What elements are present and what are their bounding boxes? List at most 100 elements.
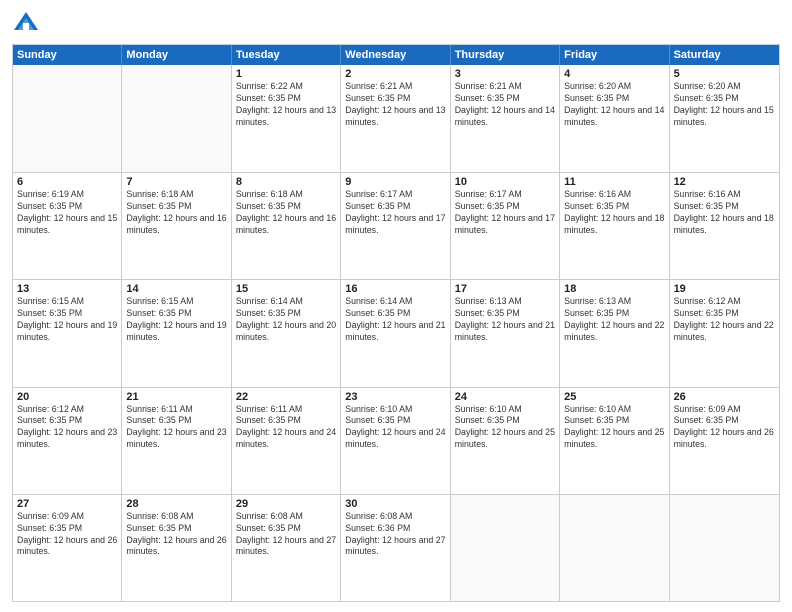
- day-number: 9: [345, 176, 445, 188]
- header-day-tuesday: Tuesday: [232, 45, 341, 65]
- day-number: 28: [126, 498, 226, 510]
- calendar-header: SundayMondayTuesdayWednesdayThursdayFrid…: [13, 45, 779, 65]
- cell-info: Sunrise: 6:10 AMSunset: 6:35 PMDaylight:…: [455, 404, 555, 452]
- calendar-week-2: 6Sunrise: 6:19 AMSunset: 6:35 PMDaylight…: [13, 172, 779, 279]
- cell-info: Sunrise: 6:17 AMSunset: 6:35 PMDaylight:…: [455, 189, 555, 237]
- calendar-cell: 15Sunrise: 6:14 AMSunset: 6:35 PMDayligh…: [232, 280, 341, 386]
- day-number: 17: [455, 283, 555, 295]
- calendar-cell: [560, 495, 669, 601]
- day-number: 7: [126, 176, 226, 188]
- day-number: 24: [455, 391, 555, 403]
- day-number: 15: [236, 283, 336, 295]
- calendar-cell: 13Sunrise: 6:15 AMSunset: 6:35 PMDayligh…: [13, 280, 122, 386]
- calendar-cell: [122, 65, 231, 172]
- logo: [12, 10, 44, 38]
- calendar-cell: 20Sunrise: 6:12 AMSunset: 6:35 PMDayligh…: [13, 388, 122, 494]
- header-day-thursday: Thursday: [451, 45, 560, 65]
- day-number: 21: [126, 391, 226, 403]
- cell-info: Sunrise: 6:16 AMSunset: 6:35 PMDaylight:…: [564, 189, 664, 237]
- header-day-saturday: Saturday: [670, 45, 779, 65]
- cell-info: Sunrise: 6:21 AMSunset: 6:35 PMDaylight:…: [455, 81, 555, 129]
- calendar-cell: 24Sunrise: 6:10 AMSunset: 6:35 PMDayligh…: [451, 388, 560, 494]
- calendar-cell: 5Sunrise: 6:20 AMSunset: 6:35 PMDaylight…: [670, 65, 779, 172]
- calendar-cell: [451, 495, 560, 601]
- cell-info: Sunrise: 6:21 AMSunset: 6:35 PMDaylight:…: [345, 81, 445, 129]
- calendar: SundayMondayTuesdayWednesdayThursdayFrid…: [12, 44, 780, 602]
- calendar-week-5: 27Sunrise: 6:09 AMSunset: 6:35 PMDayligh…: [13, 494, 779, 601]
- calendar-cell: 28Sunrise: 6:08 AMSunset: 6:35 PMDayligh…: [122, 495, 231, 601]
- calendar-cell: 25Sunrise: 6:10 AMSunset: 6:35 PMDayligh…: [560, 388, 669, 494]
- cell-info: Sunrise: 6:10 AMSunset: 6:35 PMDaylight:…: [345, 404, 445, 452]
- header-day-sunday: Sunday: [13, 45, 122, 65]
- calendar-cell: 17Sunrise: 6:13 AMSunset: 6:35 PMDayligh…: [451, 280, 560, 386]
- cell-info: Sunrise: 6:11 AMSunset: 6:35 PMDaylight:…: [236, 404, 336, 452]
- header-day-monday: Monday: [122, 45, 231, 65]
- day-number: 16: [345, 283, 445, 295]
- calendar-cell: 11Sunrise: 6:16 AMSunset: 6:35 PMDayligh…: [560, 173, 669, 279]
- calendar-cell: 2Sunrise: 6:21 AMSunset: 6:35 PMDaylight…: [341, 65, 450, 172]
- cell-info: Sunrise: 6:12 AMSunset: 6:35 PMDaylight:…: [674, 296, 775, 344]
- day-number: 29: [236, 498, 336, 510]
- calendar-cell: [670, 495, 779, 601]
- day-number: 27: [17, 498, 117, 510]
- page-header: [12, 10, 780, 38]
- calendar-cell: 27Sunrise: 6:09 AMSunset: 6:35 PMDayligh…: [13, 495, 122, 601]
- calendar-cell: 26Sunrise: 6:09 AMSunset: 6:35 PMDayligh…: [670, 388, 779, 494]
- cell-info: Sunrise: 6:09 AMSunset: 6:35 PMDaylight:…: [17, 511, 117, 559]
- calendar-cell: 30Sunrise: 6:08 AMSunset: 6:36 PMDayligh…: [341, 495, 450, 601]
- cell-info: Sunrise: 6:19 AMSunset: 6:35 PMDaylight:…: [17, 189, 117, 237]
- day-number: 26: [674, 391, 775, 403]
- cell-info: Sunrise: 6:20 AMSunset: 6:35 PMDaylight:…: [564, 81, 664, 129]
- cell-info: Sunrise: 6:17 AMSunset: 6:35 PMDaylight:…: [345, 189, 445, 237]
- calendar-cell: 4Sunrise: 6:20 AMSunset: 6:35 PMDaylight…: [560, 65, 669, 172]
- cell-info: Sunrise: 6:08 AMSunset: 6:35 PMDaylight:…: [236, 511, 336, 559]
- calendar-cell: 9Sunrise: 6:17 AMSunset: 6:35 PMDaylight…: [341, 173, 450, 279]
- calendar-week-4: 20Sunrise: 6:12 AMSunset: 6:35 PMDayligh…: [13, 387, 779, 494]
- header-day-friday: Friday: [560, 45, 669, 65]
- day-number: 30: [345, 498, 445, 510]
- day-number: 23: [345, 391, 445, 403]
- cell-info: Sunrise: 6:18 AMSunset: 6:35 PMDaylight:…: [236, 189, 336, 237]
- day-number: 22: [236, 391, 336, 403]
- calendar-cell: 19Sunrise: 6:12 AMSunset: 6:35 PMDayligh…: [670, 280, 779, 386]
- day-number: 5: [674, 68, 775, 80]
- day-number: 3: [455, 68, 555, 80]
- calendar-cell: 3Sunrise: 6:21 AMSunset: 6:35 PMDaylight…: [451, 65, 560, 172]
- day-number: 20: [17, 391, 117, 403]
- cell-info: Sunrise: 6:09 AMSunset: 6:35 PMDaylight:…: [674, 404, 775, 452]
- cell-info: Sunrise: 6:13 AMSunset: 6:35 PMDaylight:…: [455, 296, 555, 344]
- day-number: 11: [564, 176, 664, 188]
- day-number: 19: [674, 283, 775, 295]
- calendar-cell: 1Sunrise: 6:22 AMSunset: 6:35 PMDaylight…: [232, 65, 341, 172]
- day-number: 25: [564, 391, 664, 403]
- calendar-cell: 14Sunrise: 6:15 AMSunset: 6:35 PMDayligh…: [122, 280, 231, 386]
- day-number: 2: [345, 68, 445, 80]
- logo-icon: [12, 10, 40, 38]
- day-number: 4: [564, 68, 664, 80]
- day-number: 6: [17, 176, 117, 188]
- cell-info: Sunrise: 6:16 AMSunset: 6:35 PMDaylight:…: [674, 189, 775, 237]
- day-number: 13: [17, 283, 117, 295]
- cell-info: Sunrise: 6:08 AMSunset: 6:35 PMDaylight:…: [126, 511, 226, 559]
- day-number: 12: [674, 176, 775, 188]
- day-number: 1: [236, 68, 336, 80]
- calendar-week-1: 1Sunrise: 6:22 AMSunset: 6:35 PMDaylight…: [13, 65, 779, 172]
- day-number: 8: [236, 176, 336, 188]
- cell-info: Sunrise: 6:12 AMSunset: 6:35 PMDaylight:…: [17, 404, 117, 452]
- calendar-cell: 18Sunrise: 6:13 AMSunset: 6:35 PMDayligh…: [560, 280, 669, 386]
- cell-info: Sunrise: 6:15 AMSunset: 6:35 PMDaylight:…: [126, 296, 226, 344]
- cell-info: Sunrise: 6:18 AMSunset: 6:35 PMDaylight:…: [126, 189, 226, 237]
- calendar-cell: 29Sunrise: 6:08 AMSunset: 6:35 PMDayligh…: [232, 495, 341, 601]
- cell-info: Sunrise: 6:14 AMSunset: 6:35 PMDaylight:…: [236, 296, 336, 344]
- cell-info: Sunrise: 6:10 AMSunset: 6:35 PMDaylight:…: [564, 404, 664, 452]
- cell-info: Sunrise: 6:22 AMSunset: 6:35 PMDaylight:…: [236, 81, 336, 129]
- calendar-cell: 12Sunrise: 6:16 AMSunset: 6:35 PMDayligh…: [670, 173, 779, 279]
- cell-info: Sunrise: 6:15 AMSunset: 6:35 PMDaylight:…: [17, 296, 117, 344]
- header-day-wednesday: Wednesday: [341, 45, 450, 65]
- cell-info: Sunrise: 6:14 AMSunset: 6:35 PMDaylight:…: [345, 296, 445, 344]
- calendar-cell: 22Sunrise: 6:11 AMSunset: 6:35 PMDayligh…: [232, 388, 341, 494]
- cell-info: Sunrise: 6:11 AMSunset: 6:35 PMDaylight:…: [126, 404, 226, 452]
- calendar-cell: 10Sunrise: 6:17 AMSunset: 6:35 PMDayligh…: [451, 173, 560, 279]
- calendar-cell: 7Sunrise: 6:18 AMSunset: 6:35 PMDaylight…: [122, 173, 231, 279]
- calendar-cell: 16Sunrise: 6:14 AMSunset: 6:35 PMDayligh…: [341, 280, 450, 386]
